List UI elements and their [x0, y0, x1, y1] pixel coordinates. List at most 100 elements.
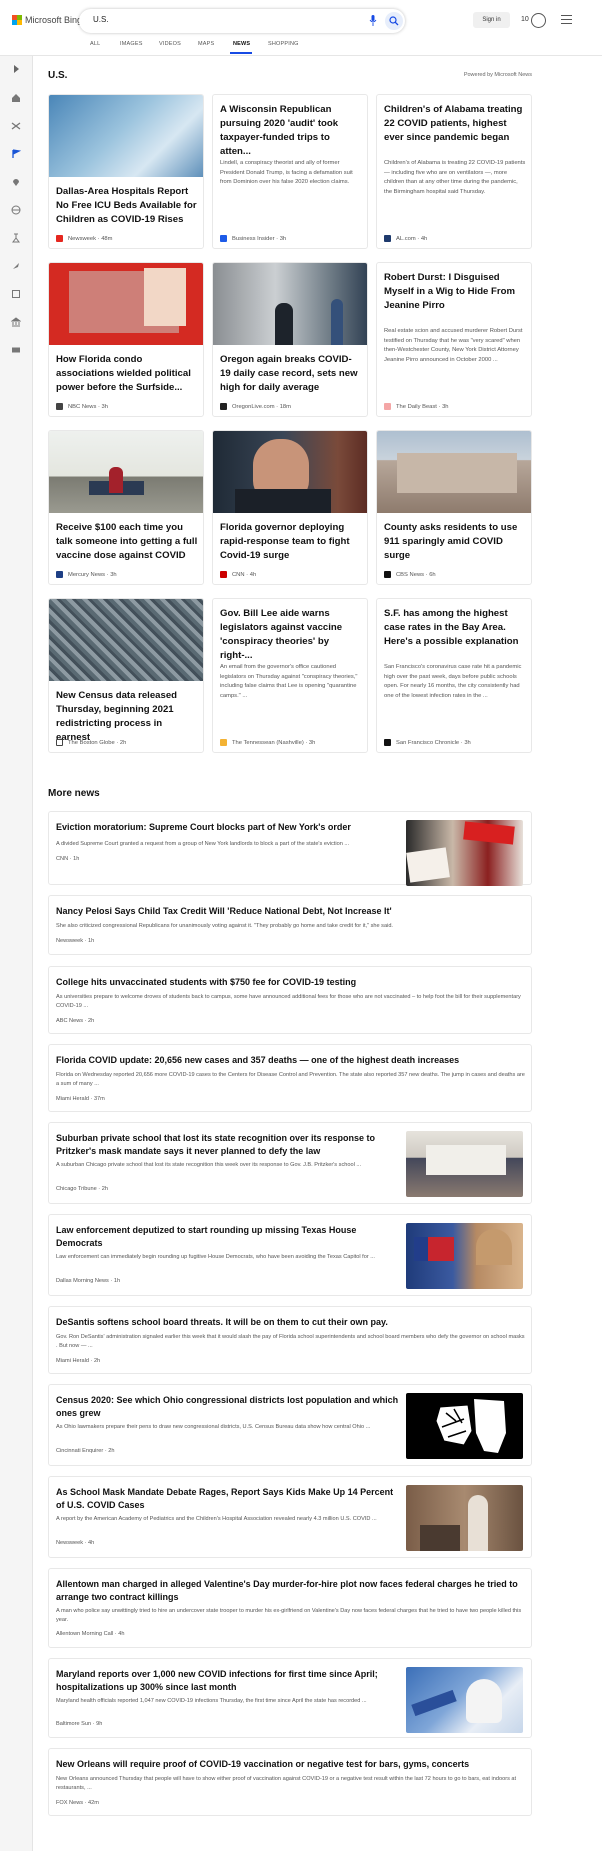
- news-list-item[interactable]: College hits unvaccinated students with …: [48, 966, 532, 1034]
- news-title[interactable]: Florida COVID update: 20,656 new cases a…: [56, 1054, 526, 1067]
- card-title[interactable]: Dallas-Area Hospitals Report No Free ICU…: [56, 185, 198, 227]
- news-card[interactable]: Gov. Bill Lee aide warns legislators aga…: [212, 598, 368, 753]
- news-card[interactable]: How Florida condo associations wielded p…: [48, 262, 204, 417]
- news-card[interactable]: Receive $100 each time you talk someone …: [48, 430, 204, 585]
- news-snippet: She also criticized congressional Republ…: [56, 923, 393, 929]
- card-title[interactable]: Gov. Bill Lee aide warns legislators aga…: [220, 607, 362, 663]
- daily-beast-icon: [384, 403, 391, 410]
- card-source: The Daily Beast · 3h: [384, 403, 449, 410]
- card-title[interactable]: How Florida condo associations wielded p…: [56, 353, 198, 395]
- card-title[interactable]: Children's of Alabama treating 22 COVID …: [384, 103, 526, 145]
- news-card[interactable]: County asks residents to use 911 sparing…: [376, 430, 532, 585]
- science-icon[interactable]: [11, 233, 21, 243]
- hamburger-menu-icon[interactable]: [561, 15, 572, 24]
- tab-news[interactable]: NEWS: [233, 41, 250, 47]
- news-source: FOX News · 42m: [56, 1800, 99, 1806]
- news-list-item[interactable]: DeSantis softens school board threats. I…: [48, 1306, 532, 1374]
- bank-icon[interactable]: [11, 317, 21, 327]
- news-title[interactable]: Census 2020: See which Ohio congressiona…: [56, 1394, 401, 1420]
- tab-maps[interactable]: MAPS: [198, 41, 214, 47]
- news-snippet: A report by the American Academy of Pedi…: [56, 1516, 377, 1522]
- news-list-item[interactable]: Law enforcement deputized to start round…: [48, 1214, 532, 1296]
- news-card[interactable]: Oregon again breaks COVID-19 daily case …: [212, 262, 368, 417]
- news-list-item[interactable]: Census 2020: See which Ohio congressiona…: [48, 1384, 532, 1466]
- flag-icon[interactable]: [11, 149, 21, 159]
- search-button[interactable]: [385, 12, 403, 30]
- card-title[interactable]: Receive $100 each time you talk someone …: [56, 521, 198, 563]
- microphone-icon[interactable]: [369, 15, 377, 26]
- card-source: The Tennessean (Nashville) · 3h: [220, 739, 315, 746]
- card-source: Mercury News · 3h: [56, 571, 117, 578]
- card-title[interactable]: Robert Durst: I Disguised Myself in a Wi…: [384, 271, 526, 313]
- rocket-icon[interactable]: [11, 261, 21, 271]
- news-image: [406, 1131, 523, 1197]
- tab-images[interactable]: IMAGES: [120, 41, 143, 47]
- more-news-title: More news: [48, 788, 100, 799]
- sf-chronicle-icon: [384, 739, 391, 746]
- news-list-item[interactable]: Maryland reports over 1,000 new COVID in…: [48, 1658, 532, 1738]
- powered-by[interactable]: Powered by Microsoft News: [464, 72, 532, 78]
- ohio-map-graphic: [435, 1399, 506, 1453]
- news-list-item[interactable]: Nancy Pelosi Says Child Tax Credit Will …: [48, 895, 532, 955]
- home-icon[interactable]: [11, 93, 21, 103]
- news-list-item[interactable]: Allentown man charged in alleged Valenti…: [48, 1568, 532, 1648]
- card-image: [49, 431, 203, 513]
- news-snippet: A suburban Chicago private school that l…: [56, 1162, 362, 1168]
- news-list-item[interactable]: As School Mask Mandate Debate Rages, Rep…: [48, 1476, 532, 1558]
- news-card[interactable]: New Census data released Thursday, begin…: [48, 598, 204, 753]
- card-title[interactable]: New Census data released Thursday, begin…: [56, 689, 198, 745]
- news-source: Allentown Morning Call · 4h: [56, 1631, 125, 1637]
- cnn-icon: [220, 571, 227, 578]
- news-title[interactable]: Eviction moratorium: Supreme Court block…: [56, 821, 401, 834]
- card-title[interactable]: A Wisconsin Republican pursuing 2020 'au…: [220, 103, 362, 159]
- tab-shopping[interactable]: SHOPPING: [268, 41, 299, 47]
- news-title[interactable]: College hits unvaccinated students with …: [56, 976, 526, 989]
- tab-videos[interactable]: VIDEOS: [159, 41, 181, 47]
- news-list-item[interactable]: Suburban private school that lost its st…: [48, 1122, 532, 1204]
- location-icon[interactable]: [11, 177, 21, 187]
- news-title[interactable]: DeSantis softens school board threats. I…: [56, 1316, 526, 1329]
- news-snippet: As Ohio lawmakers prepare their pens to …: [56, 1424, 371, 1430]
- news-title[interactable]: Maryland reports over 1,000 new COVID in…: [56, 1668, 401, 1694]
- news-list-item[interactable]: Florida COVID update: 20,656 new cases a…: [48, 1044, 532, 1112]
- card-source: The Boston Globe · 2h: [56, 739, 126, 746]
- sign-in-button[interactable]: Sign in: [473, 12, 510, 28]
- globe-icon[interactable]: [11, 205, 21, 215]
- search-box[interactable]: U.S.: [79, 9, 405, 33]
- news-source: Cincinnati Enquirer · 2h: [56, 1448, 115, 1454]
- oregonlive-icon: [220, 403, 227, 410]
- film-icon[interactable]: [11, 289, 21, 299]
- news-title[interactable]: Suburban private school that lost its st…: [56, 1132, 401, 1158]
- news-title[interactable]: As School Mask Mandate Debate Rages, Rep…: [56, 1486, 401, 1512]
- card-title[interactable]: Florida governor deploying rapid-respons…: [220, 521, 362, 563]
- tab-all[interactable]: ALL: [90, 41, 100, 47]
- news-title[interactable]: Allentown man charged in alleged Valenti…: [56, 1578, 526, 1604]
- news-card[interactable]: S.F. has among the highest case rates in…: [376, 598, 532, 753]
- card-title[interactable]: Oregon again breaks COVID-19 daily case …: [220, 353, 362, 395]
- news-title[interactable]: New Orleans will require proof of COVID-…: [56, 1758, 526, 1771]
- search-tabs: ALL IMAGES VIDEOS MAPS NEWS SHOPPING: [0, 36, 602, 54]
- bing-logo[interactable]: Microsoft Bing: [12, 15, 82, 25]
- news-source: Chicago Tribune · 2h: [56, 1186, 108, 1192]
- top-header: Microsoft Bing U.S. Sign in 10 ALL IMAGE…: [0, 0, 602, 56]
- card-snippet: San Francisco's coronavirus case rate hi…: [384, 664, 522, 699]
- news-list-item[interactable]: Eviction moratorium: Supreme Court block…: [48, 811, 532, 886]
- card-source: Newsweek · 48m: [56, 235, 112, 242]
- news-title[interactable]: Law enforcement deputized to start round…: [56, 1224, 401, 1250]
- news-card[interactable]: Florida governor deploying rapid-respons…: [212, 430, 368, 585]
- rewards-trophy-icon[interactable]: [531, 13, 546, 28]
- expand-icon[interactable]: [11, 64, 21, 74]
- search-input[interactable]: U.S.: [93, 15, 109, 24]
- news-card[interactable]: Robert Durst: I Disguised Myself in a Wi…: [376, 262, 532, 417]
- news-card[interactable]: A Wisconsin Republican pursuing 2020 'au…: [212, 94, 368, 249]
- card-title[interactable]: County asks residents to use 911 sparing…: [384, 521, 526, 563]
- shuffle-icon[interactable]: [11, 121, 21, 131]
- news-title[interactable]: Nancy Pelosi Says Child Tax Credit Will …: [56, 905, 526, 918]
- nbc-news-icon: [56, 403, 63, 410]
- news-card[interactable]: Children's of Alabama treating 22 COVID …: [376, 94, 532, 249]
- rewards-count[interactable]: 10: [521, 16, 529, 23]
- card-title[interactable]: S.F. has among the highest case rates in…: [384, 607, 526, 649]
- news-list-item[interactable]: New Orleans will require proof of COVID-…: [48, 1748, 532, 1816]
- wallet-icon[interactable]: [11, 345, 21, 355]
- news-card[interactable]: Dallas-Area Hospitals Report No Free ICU…: [48, 94, 204, 249]
